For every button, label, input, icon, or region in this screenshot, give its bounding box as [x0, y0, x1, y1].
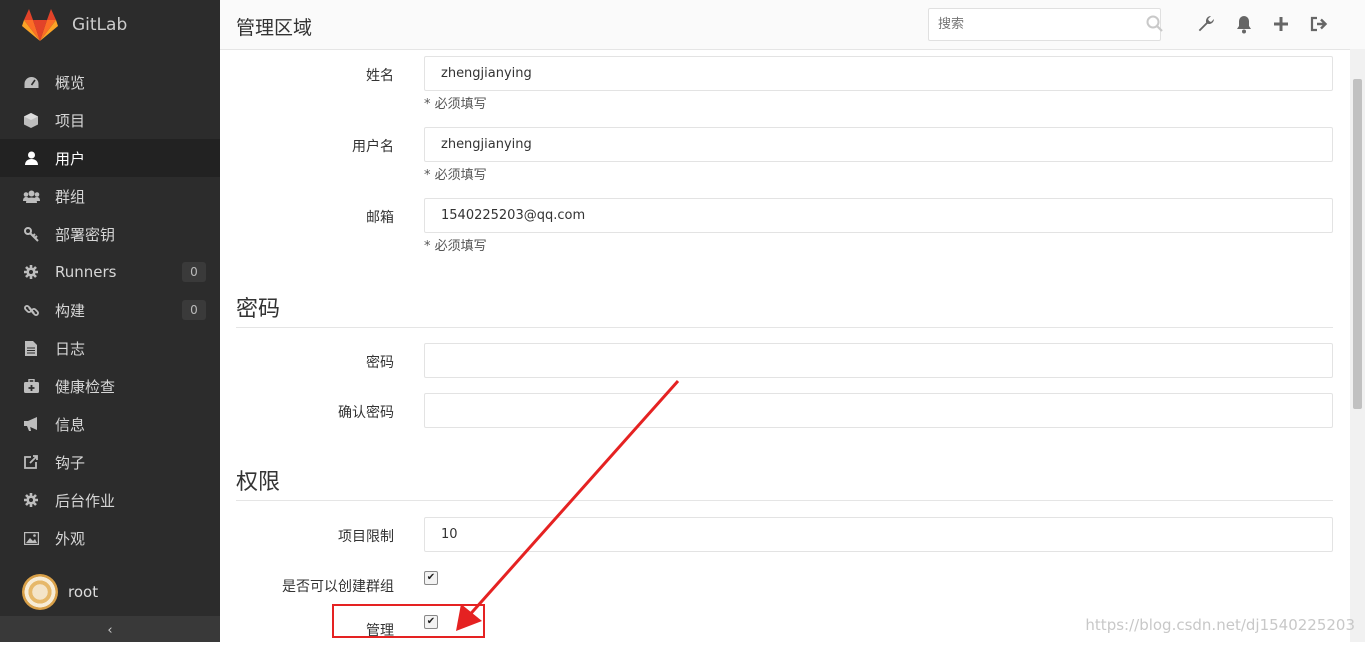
sidebar-item-label: 用户 — [55, 149, 86, 168]
sidebar-item-users[interactable]: 用户 — [0, 139, 220, 177]
sidebar-item-label: 项目 — [55, 111, 86, 130]
collapse-sidebar-button[interactable]: ‹ — [0, 616, 220, 642]
cog-icon — [22, 491, 40, 509]
password-label: 密码 — [366, 355, 394, 371]
chevron-left-icon: ‹ — [107, 623, 113, 638]
sidebar-item-logs[interactable]: 日志 — [0, 329, 220, 367]
password-confirm-label: 确认密码 — [338, 405, 394, 421]
sidebar-item-label: 日志 — [55, 339, 86, 358]
users-icon — [22, 187, 40, 205]
gitlab-logo-icon — [22, 9, 58, 41]
sidebar-item-health-check[interactable]: 健康检查 — [0, 367, 220, 405]
username-label: 用户名 — [352, 139, 394, 155]
external-link-icon — [22, 453, 40, 471]
password-section-title: 密码 — [236, 291, 1333, 328]
password-field[interactable] — [424, 343, 1333, 378]
page-scrollbar[interactable] — [1350, 49, 1365, 642]
brand-title: GitLab — [72, 15, 128, 35]
required-hint: * 必须填写 — [424, 168, 487, 183]
name-field[interactable] — [424, 56, 1333, 91]
cube-icon — [22, 111, 40, 129]
watermark: https://blog.csdn.net/dj1540225203 — [1085, 616, 1355, 634]
sign-out-icon[interactable] — [1309, 14, 1329, 34]
wrench-icon[interactable] — [1196, 14, 1216, 34]
email-label: 邮箱 — [366, 210, 394, 226]
sidebar-item-label: 钩子 — [55, 453, 86, 472]
sidebar-item-hooks[interactable]: 钩子 — [0, 443, 220, 481]
file-icon — [22, 339, 40, 357]
sidebar-item-messages[interactable]: 信息 — [0, 405, 220, 443]
bell-icon[interactable] — [1234, 14, 1254, 34]
required-hint: * 必须填写 — [424, 97, 487, 112]
brand[interactable]: GitLab — [0, 0, 220, 50]
access-section-title: 权限 — [236, 464, 1333, 501]
projects-limit-label: 项目限制 — [338, 529, 394, 545]
email-field[interactable] — [424, 198, 1333, 233]
name-label: 姓名 — [366, 68, 394, 84]
sidebar-item-label: 群组 — [55, 187, 86, 206]
user-icon — [22, 149, 40, 167]
bullhorn-icon — [22, 415, 40, 433]
sidebar-item-groups[interactable]: 群组 — [0, 177, 220, 215]
annotation-highlight-box — [332, 604, 485, 638]
sidebar-item-label: 部署密钥 — [55, 225, 116, 244]
sidebar-item-label: 健康检查 — [55, 377, 116, 396]
search-input[interactable] — [928, 8, 1161, 41]
sidebar-nav: 概览 项目 用户 群组 部署密钥 Runners 0 构建 0 日志 健康检查 … — [0, 63, 220, 557]
sidebar-item-label: 概览 — [55, 73, 86, 92]
password-confirm-field[interactable] — [424, 393, 1333, 428]
can-create-group-label: 是否可以创建群组 — [282, 579, 394, 595]
sidebar-item-deploy-keys[interactable]: 部署密钥 — [0, 215, 220, 253]
sidebar-item-runners[interactable]: Runners 0 — [0, 253, 220, 291]
username-field[interactable] — [424, 127, 1333, 162]
cog-icon — [22, 263, 40, 281]
projects-limit-field[interactable] — [424, 517, 1333, 552]
image-icon — [22, 529, 40, 547]
builds-count-badge: 0 — [182, 300, 206, 320]
scrollbar-thumb[interactable] — [1353, 79, 1362, 409]
can-create-group-checkbox[interactable]: ✔ — [424, 571, 438, 585]
sidebar-item-label: 构建 — [55, 301, 86, 320]
sidebar-item-builds[interactable]: 构建 0 — [0, 291, 220, 329]
current-user[interactable]: root — [22, 574, 98, 610]
required-hint: * 必须填写 — [424, 239, 487, 254]
plus-icon[interactable] — [1271, 14, 1291, 34]
medkit-icon — [22, 377, 40, 395]
sidebar-item-label: 外观 — [55, 529, 86, 548]
search-icon — [1146, 15, 1163, 32]
sidebar-item-appearance[interactable]: 外观 — [0, 519, 220, 557]
runners-count-badge: 0 — [182, 262, 206, 282]
dashboard-icon — [22, 73, 40, 91]
avatar — [22, 574, 58, 610]
key-icon — [22, 225, 40, 243]
sidebar-item-label: Runners — [55, 263, 117, 281]
top-header: 管理区域 — [220, 0, 1365, 50]
user-name: root — [68, 583, 99, 601]
sidebar-item-label: 后台作业 — [55, 491, 116, 510]
page-title: 管理区域 — [236, 17, 313, 39]
sidebar-item-projects[interactable]: 项目 — [0, 101, 220, 139]
sidebar-item-overview[interactable]: 概览 — [0, 63, 220, 101]
link-icon — [22, 301, 40, 319]
sidebar: GitLab 概览 项目 用户 群组 部署密钥 Runners 0 构建 0 日… — [0, 0, 220, 642]
sidebar-item-background-jobs[interactable]: 后台作业 — [0, 481, 220, 519]
sidebar-item-label: 信息 — [55, 415, 86, 434]
